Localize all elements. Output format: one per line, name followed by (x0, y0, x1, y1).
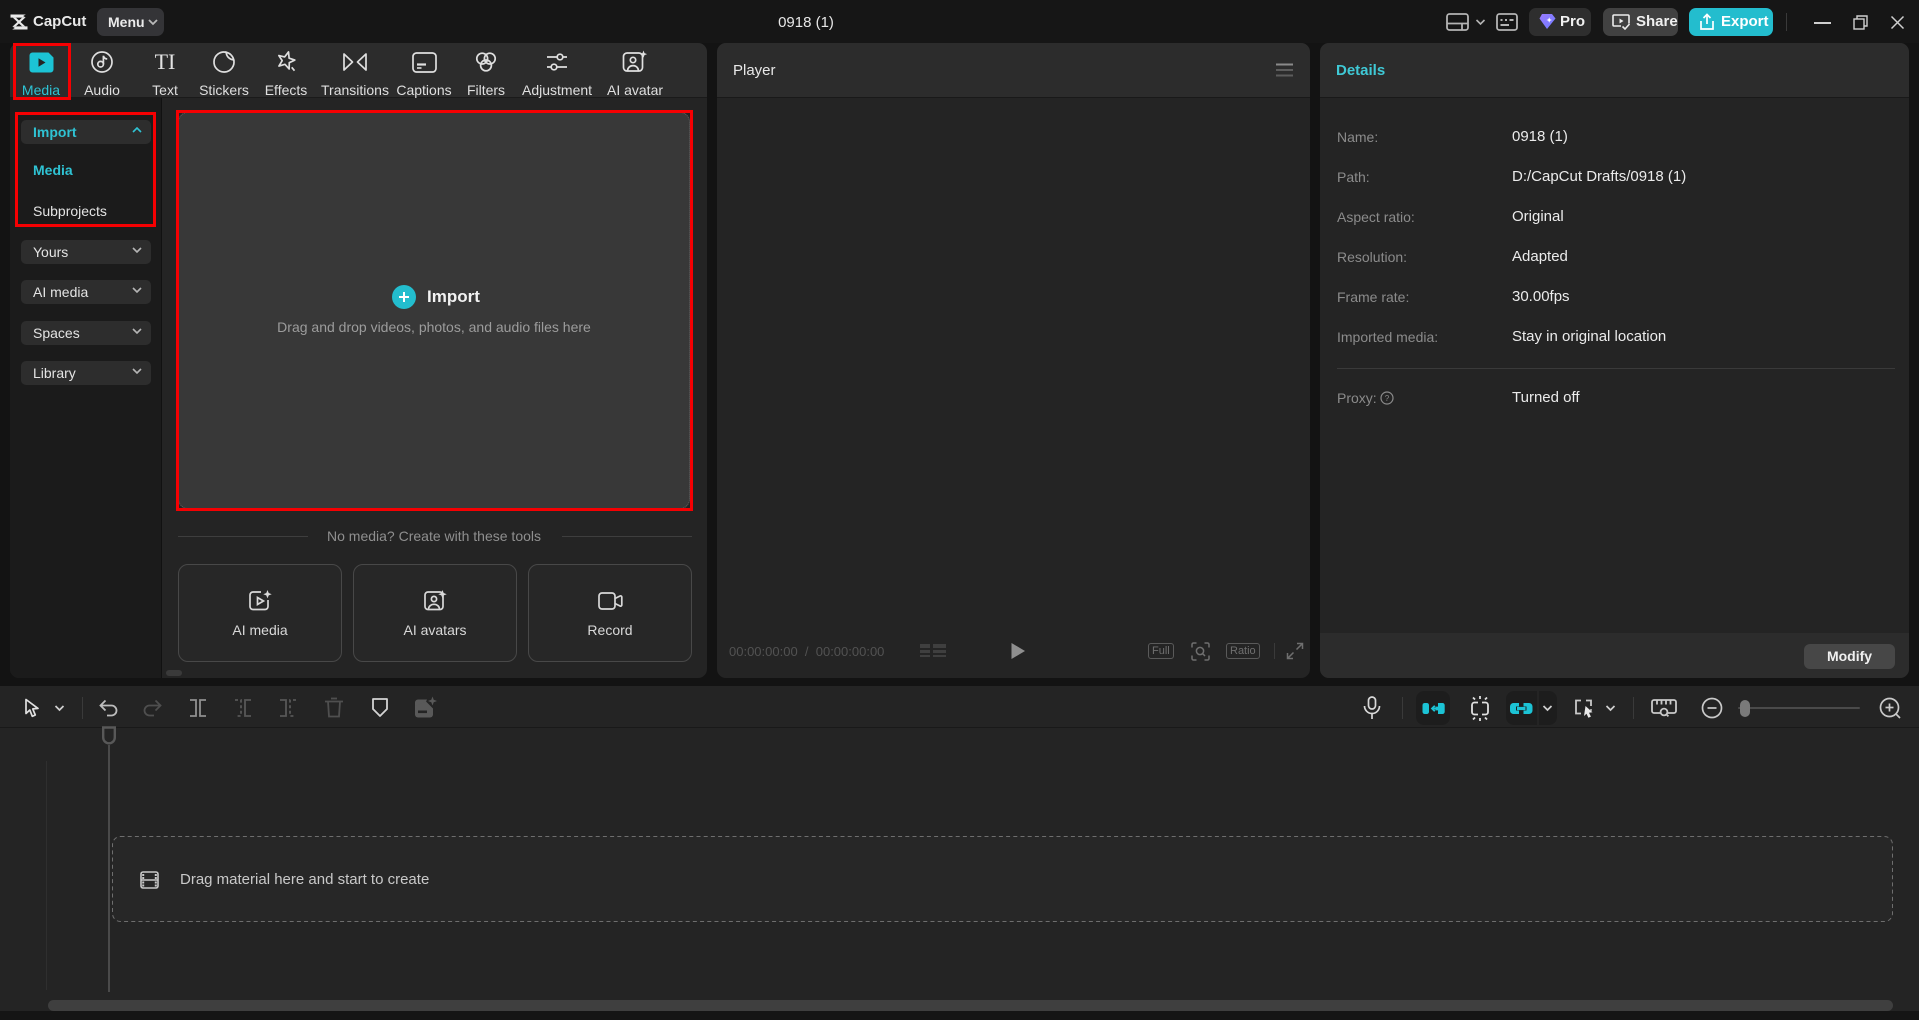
svg-text:?: ? (1385, 394, 1390, 403)
